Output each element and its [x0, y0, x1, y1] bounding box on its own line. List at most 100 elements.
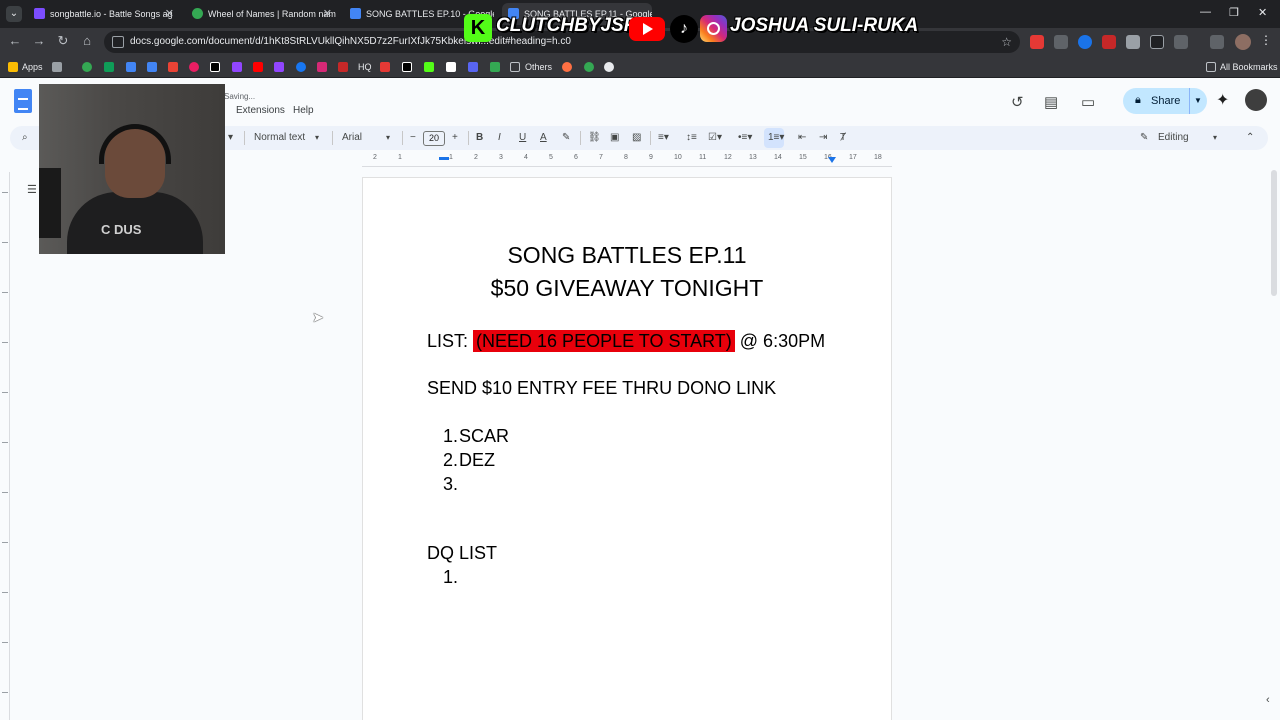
bookmark-icon[interactable] — [274, 62, 284, 72]
list-item[interactable]: 1. — [443, 567, 459, 588]
bulleted-list-icon[interactable]: •≡▾ — [738, 126, 752, 150]
extension-icon[interactable] — [1150, 35, 1164, 49]
sheets-bookmark-icon[interactable] — [104, 62, 114, 72]
apps-grid-icon[interactable] — [8, 62, 18, 72]
list-item[interactable]: 2.DEZ — [443, 450, 495, 471]
instagram-bookmark-icon[interactable] — [317, 62, 327, 72]
numbered-list-icon[interactable]: 1≡▾ — [768, 126, 784, 150]
bookmark-icon[interactable] — [446, 62, 456, 72]
insert-image-icon[interactable]: ▨ — [632, 126, 641, 150]
folder-icon[interactable] — [510, 62, 520, 72]
bookmark-icon[interactable] — [562, 62, 572, 72]
menu-help[interactable]: Help — [293, 105, 314, 116]
folder-icon[interactable] — [1206, 62, 1216, 72]
bookmark-icon[interactable] — [168, 62, 178, 72]
chevron-down-icon[interactable]: ▾ — [386, 126, 390, 150]
forward-icon[interactable]: → — [30, 33, 48, 48]
all-bookmarks[interactable]: All Bookmarks — [1220, 56, 1278, 78]
minimize-icon[interactable]: — — [1200, 6, 1211, 18]
insert-link-icon[interactable]: ⛓ — [588, 126, 601, 150]
list-item[interactable]: 3. — [443, 474, 459, 495]
align-icon[interactable]: ≡▾ — [658, 126, 669, 150]
extension-icon[interactable] — [1078, 35, 1092, 49]
back-icon[interactable]: ← — [6, 33, 24, 48]
chevron-down-icon[interactable]: ▼ — [1189, 88, 1202, 114]
meet-icon[interactable]: ▭ — [1081, 93, 1095, 111]
doc-title-line2[interactable]: $50 GIVEAWAY TONIGHT — [363, 275, 891, 302]
media-controls-icon[interactable] — [1210, 35, 1224, 49]
left-indent-marker[interactable] — [439, 157, 449, 160]
restore-icon[interactable]: ❐ — [1229, 6, 1239, 19]
chevron-down-icon[interactable]: ▾ — [1213, 126, 1217, 150]
tiktok-bookmark-icon[interactable] — [210, 62, 220, 72]
tab-search-icon[interactable]: ⌄ — [6, 6, 22, 22]
italic-icon[interactable]: I — [498, 126, 501, 150]
close-tab-icon[interactable]: ✕ — [165, 3, 174, 25]
bookmark-icon[interactable] — [338, 62, 348, 72]
extension-icon[interactable] — [1126, 35, 1140, 49]
increase-indent-icon[interactable]: ⇥ — [819, 126, 827, 150]
bookmark-icon[interactable] — [52, 62, 62, 72]
horizontal-ruler[interactable]: 2 1 1 2 3 4 5 6 7 8 9 10 11 12 13 14 15 … — [362, 153, 892, 167]
menu-extensions[interactable]: Extensions — [236, 105, 285, 116]
bookmark-icon[interactable] — [584, 62, 594, 72]
side-panel-toggle-icon[interactable]: ‹ — [1266, 694, 1270, 706]
highlight-color-icon[interactable]: ✎ — [562, 126, 570, 150]
others-bookmark-folder[interactable]: Others — [525, 56, 552, 78]
bookmark-icon[interactable] — [126, 62, 136, 72]
comments-icon[interactable]: ▤ — [1044, 93, 1058, 111]
adblock-extension-icon[interactable] — [1030, 35, 1044, 49]
vertical-ruler[interactable] — [0, 172, 10, 720]
tab-songbattle[interactable]: songbattle.io - Battle Songs ag ✕ — [28, 3, 178, 25]
account-avatar[interactable] — [1245, 89, 1267, 111]
document-outline-icon[interactable]: ☰ — [27, 183, 37, 196]
bookmark-icon[interactable] — [490, 62, 500, 72]
tab-wheel-of-names[interactable]: Wheel of Names | Random nam ✕ — [186, 3, 336, 25]
home-icon[interactable]: ⌂ — [78, 33, 96, 48]
font-size-input[interactable]: 20 — [423, 131, 445, 146]
hq-bookmark[interactable]: HQ — [358, 56, 372, 78]
docs-logo-icon[interactable] — [14, 89, 32, 113]
document-scrollbar[interactable] — [1271, 170, 1277, 296]
zoom-dropdown-icon[interactable]: ▾ — [228, 126, 233, 150]
bookmark-icon[interactable] — [189, 62, 199, 72]
bookmark-icon[interactable] — [604, 62, 614, 72]
add-comment-icon[interactable]: ▣ — [610, 126, 619, 150]
line-spacing-icon[interactable]: ↕≡ — [686, 126, 697, 150]
clear-formatting-icon[interactable]: Ⱦ — [840, 126, 846, 150]
doc-title-line1[interactable]: SONG BATTLES EP.11 — [363, 242, 891, 269]
bookmark-icon[interactable] — [468, 62, 478, 72]
decrease-indent-icon[interactable]: ⇤ — [798, 126, 806, 150]
browser-menu-icon[interactable]: ⋮ — [1260, 33, 1272, 47]
chevron-down-icon[interactable]: ▾ — [315, 126, 319, 150]
reload-icon[interactable]: ↻ — [54, 33, 72, 49]
gemini-icon[interactable]: ✦ — [1216, 90, 1229, 110]
kick-bookmark-icon[interactable] — [424, 62, 434, 72]
pdf-extension-icon[interactable] — [1102, 35, 1116, 49]
document-page[interactable]: SONG BATTLES EP.11 $50 GIVEAWAY TONIGHT … — [362, 177, 892, 720]
close-tab-icon[interactable]: ✕ — [323, 3, 332, 25]
extensions-puzzle-icon[interactable] — [1174, 35, 1188, 49]
twitch-bookmark-icon[interactable] — [232, 62, 242, 72]
profile-avatar[interactable] — [1235, 34, 1251, 50]
x-bookmark-icon[interactable] — [402, 62, 412, 72]
underline-icon[interactable]: U — [519, 126, 526, 150]
bookmark-icon[interactable] — [380, 62, 390, 72]
search-menus-icon[interactable]: ⌕ — [22, 126, 28, 150]
increase-font-size-icon[interactable]: + — [452, 126, 458, 150]
youtube-bookmark-icon[interactable] — [253, 62, 263, 72]
list-status-line[interactable]: LIST: (NEED 16 PEOPLE TO START) @ 6:30PM — [427, 330, 825, 352]
bookmark-icon[interactable] — [82, 62, 92, 72]
text-color-icon[interactable]: A — [540, 126, 547, 150]
entry-fee-line[interactable]: SEND $10 ENTRY FEE THRU DONO LINK — [427, 378, 776, 399]
right-indent-marker[interactable] — [828, 157, 836, 163]
site-info-icon[interactable] — [112, 36, 124, 48]
extension-icon[interactable] — [1054, 35, 1068, 49]
editing-mode-dropdown[interactable]: Editing — [1158, 126, 1189, 150]
facebook-bookmark-icon[interactable] — [296, 62, 306, 72]
version-history-icon[interactable]: ↺ — [1011, 93, 1024, 111]
checklist-icon[interactable]: ☑▾ — [708, 126, 722, 150]
apps-bookmark[interactable]: Apps — [22, 56, 43, 78]
paragraph-style-dropdown[interactable]: Normal text — [254, 126, 305, 150]
bookmark-star-icon[interactable]: ☆ — [1001, 31, 1012, 53]
